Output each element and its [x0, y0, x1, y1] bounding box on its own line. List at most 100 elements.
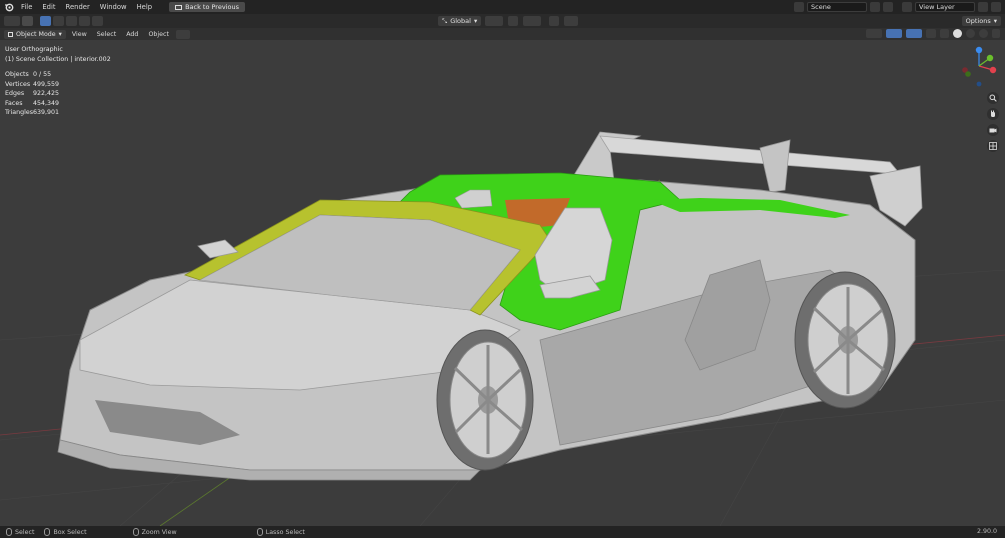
status-box-select-label: Box Select [53, 528, 87, 536]
chevron-down-icon: ▾ [993, 17, 997, 25]
status-zoom: Zoom View [132, 528, 177, 536]
snap-icon[interactable] [508, 16, 519, 26]
screen-icon [175, 4, 183, 10]
overlay-toggle-icon[interactable] [906, 29, 922, 38]
pivot-point-icon[interactable] [485, 16, 504, 26]
select-mode-invert-icon[interactable] [79, 16, 90, 26]
gizmo-toggle-icon[interactable] [886, 29, 902, 38]
stats-label: Faces [5, 99, 23, 107]
navigation-gizmo[interactable] [957, 44, 1001, 88]
menu-select[interactable]: Select [93, 30, 120, 39]
xray-icon[interactable] [926, 29, 936, 38]
stats-row: Triangles 639,901 [5, 108, 59, 118]
scene-browse-icon[interactable] [794, 2, 804, 12]
collection-label: (1) Scene Collection | interior.002 [5, 55, 111, 63]
stats-label: Objects [5, 71, 29, 78]
blender-logo-icon[interactable] [2, 0, 16, 14]
stats-value: 454,349 [33, 99, 60, 107]
menu-file[interactable]: File [16, 0, 37, 14]
mouse-middle-icon [132, 528, 139, 536]
zoom-icon[interactable] [987, 92, 999, 104]
stats-row: Faces 454,349 [5, 99, 59, 109]
grid-view-icon[interactable] [987, 140, 999, 152]
scene-field[interactable]: Scene [807, 2, 867, 12]
menu-object[interactable]: Object [144, 30, 173, 39]
top-menu-bar: File Edit Render Window Help Back to Pre… [0, 0, 1005, 14]
select-mode-extend-icon[interactable] [53, 16, 64, 26]
mouse-right-icon [256, 528, 263, 536]
chevron-down-icon: ▾ [58, 30, 62, 38]
wireframe-shading-icon[interactable] [940, 29, 949, 38]
viewport-shading-controls [865, 29, 1001, 38]
3d-viewport[interactable]: User Orthographic (1) Scene Collection |… [0, 40, 1005, 526]
stats-label: Vertices [5, 80, 31, 88]
delete-view-layer-icon[interactable] [991, 2, 1001, 12]
menu-edit[interactable]: Edit [37, 0, 60, 14]
falloff-icon[interactable] [564, 16, 579, 26]
scene-statistics: Objects 0 / 55 Vertices 499,559 Edges 92… [5, 70, 59, 118]
mode-label: Object Mode [16, 30, 56, 38]
stats-label: Edges [5, 90, 25, 97]
viewport-info: User Orthographic (1) Scene Collection |… [5, 45, 111, 64]
status-bar: Select Box Select Zoom View Lasso Select… [0, 526, 1005, 538]
menu-render[interactable]: Render [61, 0, 95, 14]
menu-help[interactable]: Help [132, 0, 158, 14]
pan-hand-icon[interactable] [987, 108, 999, 120]
mouse-drag-icon [44, 528, 51, 536]
car-model[interactable] [57, 131, 923, 481]
status-box-select: Box Select [44, 528, 87, 536]
menu-view[interactable]: View [68, 30, 91, 39]
menu-add[interactable]: Add [122, 30, 142, 39]
z-axis-handle[interactable] [975, 46, 983, 54]
front-wheel [436, 329, 534, 471]
camera-icon[interactable] [987, 124, 999, 136]
snap-target-icon[interactable] [523, 16, 542, 26]
new-scene-icon[interactable] [870, 2, 880, 12]
view-layer-browse-icon[interactable] [902, 2, 912, 12]
select-mode-new-icon[interactable] [40, 16, 51, 26]
shading-options-icon[interactable] [992, 29, 1000, 38]
rendered-shading-icon[interactable] [979, 29, 988, 38]
select-tool-icon[interactable] [22, 16, 33, 26]
rear-wheel [794, 271, 896, 409]
options-label: Options [965, 17, 991, 25]
chevron-down-icon: ▾ [473, 17, 478, 25]
viewport-scene [0, 131, 1005, 526]
select-mode-intersect-icon[interactable] [92, 16, 103, 26]
neg-y-axis-handle[interactable] [965, 71, 971, 77]
orientation-label: Global [450, 17, 471, 25]
stats-row: Vertices 499,559 [5, 80, 59, 90]
editor-type-icon[interactable] [4, 16, 20, 26]
projection-label: User Orthographic [5, 46, 63, 53]
orientation-dropdown[interactable]: ⤡ Global ▾ [438, 16, 482, 26]
gpencil-icon[interactable] [175, 29, 190, 39]
menu-window[interactable]: Window [95, 0, 132, 14]
object-mode-icon [8, 31, 13, 37]
x-axis-handle[interactable] [989, 66, 997, 74]
stats-row: Edges 922,425 [5, 89, 59, 99]
orientation-icon: ⤡ [442, 17, 448, 25]
new-view-layer-icon[interactable] [978, 2, 988, 12]
mode-dropdown[interactable]: Object Mode ▾ [4, 29, 66, 39]
status-zoom-label: Zoom View [141, 528, 177, 536]
status-select: Select [6, 528, 34, 536]
y-axis-handle[interactable] [986, 54, 994, 62]
version-label: 2.90.0 [976, 528, 997, 535]
back-to-previous-label: Back to Previous [185, 3, 239, 11]
delete-scene-icon[interactable] [883, 2, 893, 12]
transform-controls: ⤡ Global ▾ [438, 16, 579, 26]
top-right-controls: Scene View Layer [794, 0, 1005, 14]
view-layer-field[interactable]: View Layer [915, 2, 975, 12]
proportional-edit-icon[interactable] [549, 16, 560, 26]
solid-shading-icon[interactable] [953, 29, 962, 38]
visibility-icon[interactable] [866, 29, 882, 38]
status-lasso-label: Lasso Select [265, 528, 305, 536]
select-mode-subtract-icon[interactable] [66, 16, 77, 26]
stats-row: Objects 0 / 55 [5, 70, 59, 80]
material-shading-icon[interactable] [966, 29, 975, 38]
back-to-previous-button[interactable]: Back to Previous [169, 2, 245, 12]
mouse-left-icon [6, 528, 12, 536]
options-dropdown[interactable]: Options ▾ [961, 16, 1001, 26]
stats-value: 499,559 [33, 80, 60, 88]
neg-z-axis-handle[interactable] [976, 81, 982, 87]
